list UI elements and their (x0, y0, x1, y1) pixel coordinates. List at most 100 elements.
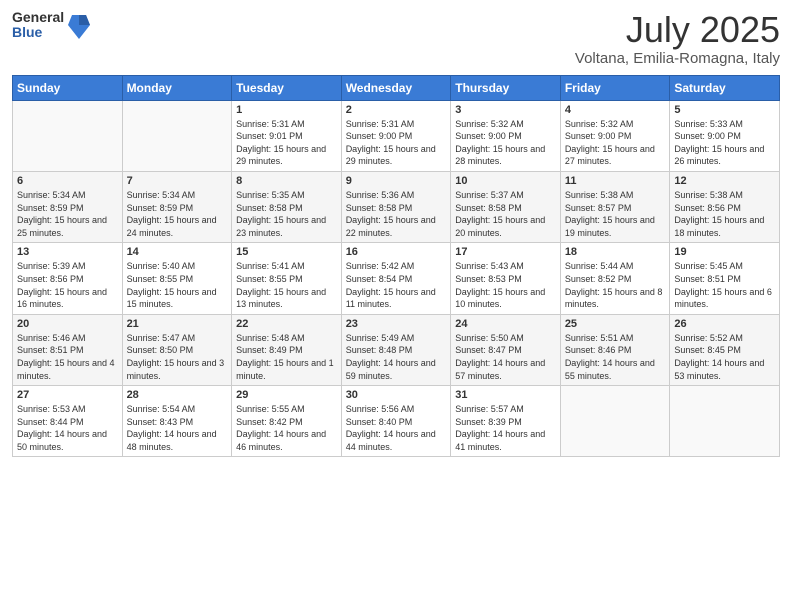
weekday-header: Wednesday (341, 75, 451, 100)
day-detail: Sunrise: 5:32 AM Sunset: 9:00 PM Dayligh… (565, 118, 666, 168)
weekday-header: Sunday (13, 75, 123, 100)
day-number: 24 (455, 318, 556, 330)
calendar-cell: 12 Sunrise: 5:38 AM Sunset: 8:56 PM Dayli… (670, 171, 780, 242)
day-number: 11 (565, 175, 666, 187)
calendar-cell: 21 Sunrise: 5:47 AM Sunset: 8:50 PM Dayli… (122, 314, 232, 385)
title-section: July 2025 Voltana, Emilia-Romagna, Italy (575, 10, 780, 67)
calendar-cell: 25 Sunrise: 5:51 AM Sunset: 8:46 PM Dayli… (560, 314, 670, 385)
day-detail: Sunrise: 5:54 AM Sunset: 8:43 PM Dayligh… (127, 403, 228, 453)
calendar-cell (13, 100, 123, 171)
day-number: 17 (455, 246, 556, 258)
calendar-cell (670, 386, 780, 457)
day-number: 9 (346, 175, 447, 187)
day-number: 8 (236, 175, 337, 187)
day-number: 21 (127, 318, 228, 330)
day-detail: Sunrise: 5:50 AM Sunset: 8:47 PM Dayligh… (455, 332, 556, 382)
day-number: 16 (346, 246, 447, 258)
calendar-cell: 16 Sunrise: 5:42 AM Sunset: 8:54 PM Dayli… (341, 243, 451, 314)
day-detail: Sunrise: 5:42 AM Sunset: 8:54 PM Dayligh… (346, 260, 447, 310)
calendar-week-row: 20Sunrise: 5:46 AM Sunset: 8:51 PM Dayli… (13, 314, 780, 385)
calendar-week-row: 27 Sunrise: 5:53 AM Sunset: 8:44 PM Dayli… (13, 386, 780, 457)
day-number: 15 (236, 246, 337, 258)
day-detail: Sunrise: 5:47 AM Sunset: 8:50 PM Dayligh… (127, 332, 228, 382)
calendar-cell: 27 Sunrise: 5:53 AM Sunset: 8:44 PM Dayli… (13, 386, 123, 457)
day-detail: Sunrise: 5:57 AM Sunset: 8:39 PM Dayligh… (455, 403, 556, 453)
calendar-cell: 24 Sunrise: 5:50 AM Sunset: 8:47 PM Dayli… (451, 314, 561, 385)
day-detail: Sunrise: 5:33 AM Sunset: 9:00 PM Dayligh… (674, 118, 775, 168)
day-detail: Sunrise: 5:38 AM Sunset: 8:57 PM Dayligh… (565, 189, 666, 239)
day-number: 22 (236, 318, 337, 330)
weekday-header: Saturday (670, 75, 780, 100)
day-number: 7 (127, 175, 228, 187)
logo-general: General (12, 10, 64, 25)
day-detail: Sunrise: 5:34 AM Sunset: 8:59 PM Dayligh… (17, 189, 118, 239)
weekday-header-row: SundayMondayTuesdayWednesdayThursdayFrid… (13, 75, 780, 100)
day-detail: Sunrise: 5:43 AM Sunset: 8:53 PM Dayligh… (455, 260, 556, 310)
day-number: 3 (455, 104, 556, 116)
calendar-cell: 28Sunrise: 5:54 AM Sunset: 8:43 PM Dayli… (122, 386, 232, 457)
day-number: 12 (674, 175, 775, 187)
day-detail: Sunrise: 5:49 AM Sunset: 8:48 PM Dayligh… (346, 332, 447, 382)
day-detail: Sunrise: 5:36 AM Sunset: 8:58 PM Dayligh… (346, 189, 447, 239)
calendar-cell (122, 100, 232, 171)
calendar-cell: 30Sunrise: 5:56 AM Sunset: 8:40 PM Dayli… (341, 386, 451, 457)
subtitle: Voltana, Emilia-Romagna, Italy (575, 50, 780, 67)
calendar-cell: 22 Sunrise: 5:48 AM Sunset: 8:49 PM Dayli… (232, 314, 342, 385)
day-number: 18 (565, 246, 666, 258)
calendar-cell: 18 Sunrise: 5:44 AM Sunset: 8:52 PM Dayli… (560, 243, 670, 314)
calendar-cell: 19 Sunrise: 5:45 AM Sunset: 8:51 PM Dayli… (670, 243, 780, 314)
main-title: July 2025 (575, 10, 780, 50)
calendar-cell: 31Sunrise: 5:57 AM Sunset: 8:39 PM Dayli… (451, 386, 561, 457)
day-detail: Sunrise: 5:44 AM Sunset: 8:52 PM Dayligh… (565, 260, 666, 310)
day-number: 4 (565, 104, 666, 116)
day-detail: Sunrise: 5:45 AM Sunset: 8:51 PM Dayligh… (674, 260, 775, 310)
logo-blue: Blue (12, 25, 64, 40)
day-number: 25 (565, 318, 666, 330)
calendar-week-row: 6 Sunrise: 5:34 AM Sunset: 8:59 PM Daylig… (13, 171, 780, 242)
day-detail: Sunrise: 5:52 AM Sunset: 8:45 PM Dayligh… (674, 332, 775, 382)
logo-text: General Blue (12, 10, 64, 41)
day-detail: Sunrise: 5:48 AM Sunset: 8:49 PM Dayligh… (236, 332, 337, 382)
calendar-cell: 23 Sunrise: 5:49 AM Sunset: 8:48 PM Dayli… (341, 314, 451, 385)
calendar-cell: 11 Sunrise: 5:38 AM Sunset: 8:57 PM Dayli… (560, 171, 670, 242)
calendar-cell: 26Sunrise: 5:52 AM Sunset: 8:45 PM Dayli… (670, 314, 780, 385)
day-number: 2 (346, 104, 447, 116)
calendar-body: 1 Sunrise: 5:31 AM Sunset: 9:01 PM Daylig… (13, 100, 780, 457)
calendar-cell: 15Sunrise: 5:41 AM Sunset: 8:55 PM Dayli… (232, 243, 342, 314)
day-detail: Sunrise: 5:34 AM Sunset: 8:59 PM Dayligh… (127, 189, 228, 239)
day-detail: Sunrise: 5:32 AM Sunset: 9:00 PM Dayligh… (455, 118, 556, 168)
calendar-cell: 1 Sunrise: 5:31 AM Sunset: 9:01 PM Daylig… (232, 100, 342, 171)
day-detail: Sunrise: 5:37 AM Sunset: 8:58 PM Dayligh… (455, 189, 556, 239)
calendar-cell: 10Sunrise: 5:37 AM Sunset: 8:58 PM Dayli… (451, 171, 561, 242)
day-detail: Sunrise: 5:31 AM Sunset: 9:00 PM Dayligh… (346, 118, 447, 168)
calendar-cell: 4 Sunrise: 5:32 AM Sunset: 9:00 PM Daylig… (560, 100, 670, 171)
calendar-cell: 13Sunrise: 5:39 AM Sunset: 8:56 PM Dayli… (13, 243, 123, 314)
day-detail: Sunrise: 5:39 AM Sunset: 8:56 PM Dayligh… (17, 260, 118, 310)
day-number: 14 (127, 246, 228, 258)
day-number: 6 (17, 175, 118, 187)
day-detail: Sunrise: 5:56 AM Sunset: 8:40 PM Dayligh… (346, 403, 447, 453)
day-number: 19 (674, 246, 775, 258)
page: General Blue July 2025 Voltana, Emilia-R… (0, 0, 792, 612)
day-number: 29 (236, 389, 337, 401)
calendar-header: SundayMondayTuesdayWednesdayThursdayFrid… (13, 75, 780, 100)
weekday-header: Tuesday (232, 75, 342, 100)
calendar-cell: 17 Sunrise: 5:43 AM Sunset: 8:53 PM Dayli… (451, 243, 561, 314)
day-number: 1 (236, 104, 337, 116)
calendar-cell: 3 Sunrise: 5:32 AM Sunset: 9:00 PM Daylig… (451, 100, 561, 171)
calendar-cell: 8 Sunrise: 5:35 AM Sunset: 8:58 PM Daylig… (232, 171, 342, 242)
day-detail: Sunrise: 5:40 AM Sunset: 8:55 PM Dayligh… (127, 260, 228, 310)
day-detail: Sunrise: 5:31 AM Sunset: 9:01 PM Dayligh… (236, 118, 337, 168)
calendar-week-row: 13Sunrise: 5:39 AM Sunset: 8:56 PM Dayli… (13, 243, 780, 314)
day-number: 20 (17, 318, 118, 330)
calendar-cell: 9 Sunrise: 5:36 AM Sunset: 8:58 PM Daylig… (341, 171, 451, 242)
header: General Blue July 2025 Voltana, Emilia-R… (12, 10, 780, 67)
day-detail: Sunrise: 5:53 AM Sunset: 8:44 PM Dayligh… (17, 403, 118, 453)
calendar-cell: 29 Sunrise: 5:55 AM Sunset: 8:42 PM Dayli… (232, 386, 342, 457)
day-detail: Sunrise: 5:35 AM Sunset: 8:58 PM Dayligh… (236, 189, 337, 239)
day-number: 27 (17, 389, 118, 401)
day-detail: Sunrise: 5:38 AM Sunset: 8:56 PM Dayligh… (674, 189, 775, 239)
day-detail: Sunrise: 5:51 AM Sunset: 8:46 PM Dayligh… (565, 332, 666, 382)
day-detail: Sunrise: 5:55 AM Sunset: 8:42 PM Dayligh… (236, 403, 337, 453)
day-number: 23 (346, 318, 447, 330)
